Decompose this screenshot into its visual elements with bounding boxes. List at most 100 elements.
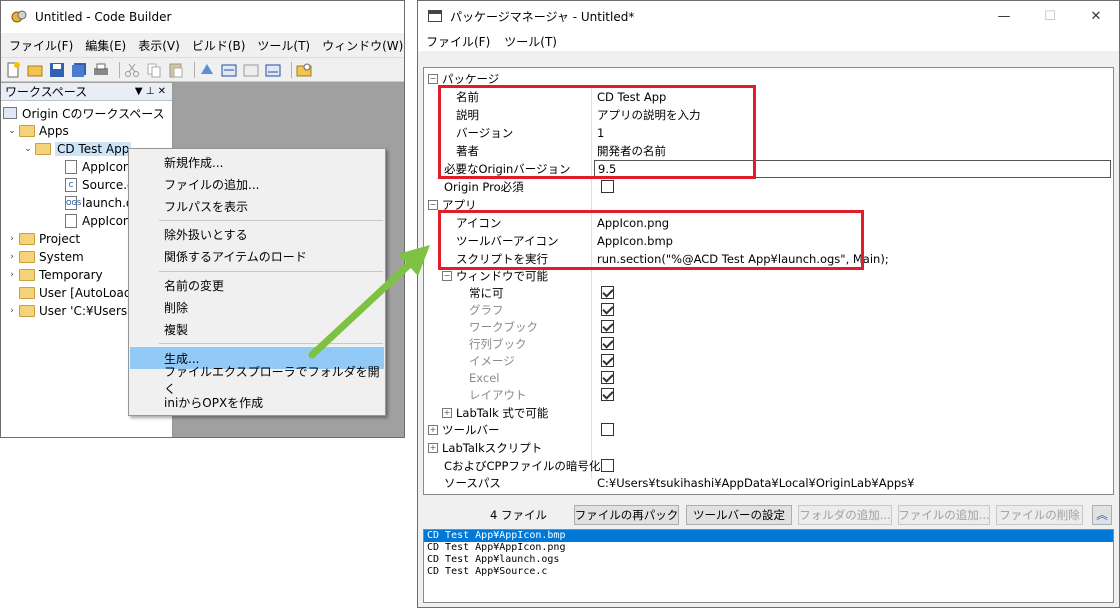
list-item[interactable]: CD Test App¥Source.c (424, 566, 1113, 578)
ctx-exclude[interactable]: 除外扱いとする (130, 223, 384, 245)
ctx-rename[interactable]: 名前の変更 (130, 274, 384, 296)
row-source-path[interactable]: ソースパス C:¥Users¥tsukihashi¥AppData¥Local¥… (424, 474, 1113, 492)
file-list[interactable]: CD Test App¥AppIcon.bmp CD Test App¥AppI… (423, 529, 1114, 603)
save-icon[interactable] (49, 62, 67, 78)
ctx-new[interactable]: 新規作成... (130, 151, 384, 173)
add-file-button[interactable]: ファイルの追加... (898, 505, 990, 525)
prop-value[interactable]: C:¥Users¥tsukihashi¥AppData¥Local¥Origin… (597, 476, 914, 490)
ctx-add-file[interactable]: ファイルの追加... (130, 173, 384, 195)
row-win-workbook[interactable]: ワークブック (424, 318, 1113, 336)
encrypt-checkbox[interactable] (601, 459, 614, 473)
menu-build[interactable]: ビルド(B) (192, 37, 246, 54)
delete-file-button[interactable]: ファイルの削除 (996, 505, 1083, 525)
tree-item-system[interactable]: › System (7, 248, 84, 266)
expand-icon[interactable]: + (442, 407, 452, 418)
ctx-open-in-explorer[interactable]: ファイルエクスプローラでフォルダを開く (130, 365, 384, 396)
group-label: LabTalk 式で可能 (456, 405, 549, 420)
image-checkbox[interactable] (601, 354, 614, 368)
batch-build-icon[interactable] (265, 62, 283, 78)
tree-root[interactable]: Origin Cのワークスペース (3, 104, 165, 122)
row-win-layout[interactable]: レイアウト (424, 386, 1113, 404)
row-labtalk-expression[interactable]: + LabTalk 式で可能 (424, 404, 1113, 422)
row-labtalk-script[interactable]: + LabTalkスクリプト (424, 439, 1113, 457)
menu-separator (159, 220, 383, 221)
workspace-icon[interactable] (296, 62, 314, 78)
matrix-checkbox[interactable] (601, 337, 614, 351)
cut-icon[interactable] (124, 62, 142, 78)
tree-item-user-autoload[interactable]: User [AutoLoad] (7, 284, 136, 302)
pm-menu-tools[interactable]: ツール(T) (504, 33, 557, 50)
menu-edit[interactable]: 編集(E) (85, 37, 126, 54)
tree-item-apps[interactable]: ⌄ Apps (7, 122, 69, 140)
collapse-icon[interactable]: − (442, 270, 452, 281)
toolbar-settings-button[interactable]: ツールバーの設定 (686, 505, 792, 525)
code-builder-titlebar: Untitled - Code Builder (1, 1, 404, 33)
workbook-checkbox[interactable] (601, 320, 614, 334)
ctx-delete[interactable]: 削除 (130, 296, 384, 318)
tree-item-user-path[interactable]: › User 'C:¥Users¥... (7, 302, 146, 320)
paste-icon[interactable] (168, 62, 186, 78)
row-win-excel[interactable]: Excel (424, 369, 1113, 387)
window-controls: — ☐ ✕ (981, 9, 1119, 24)
new-file-icon[interactable] (5, 61, 23, 78)
row-win-image[interactable]: イメージ (424, 352, 1113, 370)
origin-pro-checkbox[interactable] (601, 180, 614, 194)
maximize-button[interactable]: ☐ (1027, 9, 1073, 24)
excel-checkbox[interactable] (601, 371, 614, 385)
build-icon[interactable] (199, 62, 217, 78)
collapse-icon[interactable]: − (428, 73, 438, 84)
ctx-show-full-path[interactable]: フルパスを表示 (130, 195, 384, 217)
row-origin-pro[interactable]: Origin Pro必須 (424, 178, 1113, 196)
list-item[interactable]: CD Test App¥AppIcon.png (424, 542, 1113, 554)
expand-icon[interactable]: › (7, 252, 17, 262)
toolbar-checkbox[interactable] (601, 423, 614, 437)
collapse-panel-icon[interactable]: ︽ (1092, 505, 1112, 525)
always-checkbox[interactable] (601, 286, 614, 300)
collapse-icon[interactable]: ⌄ (23, 144, 33, 154)
row-win-graph[interactable]: グラフ (424, 301, 1113, 319)
print-icon[interactable] (93, 62, 111, 78)
menu-file[interactable]: ファイル(F) (9, 37, 73, 54)
expand-icon[interactable]: + (428, 442, 438, 453)
package-manager-window: パッケージマネージャ - Untitled* — ☐ ✕ ファイル(F) ツール… (417, 0, 1120, 608)
expand-icon[interactable]: › (7, 234, 17, 244)
prop-label: グラフ (469, 302, 504, 317)
expand-icon[interactable]: › (7, 270, 17, 280)
pm-menu-file[interactable]: ファイル(F) (426, 33, 490, 50)
rebuild-icon[interactable] (243, 62, 261, 78)
layout-checkbox[interactable] (601, 388, 614, 402)
collapse-icon[interactable]: ⌄ (7, 126, 17, 136)
workspace-controls[interactable]: ▼ ⊥ ✕ (135, 86, 172, 97)
prop-label: Excel (469, 370, 500, 385)
row-encrypt[interactable]: CおよびCPPファイルの暗号化 (424, 457, 1113, 475)
menu-view[interactable]: 表示(V) (138, 37, 180, 54)
row-win-always[interactable]: 常に可 (424, 284, 1113, 302)
list-item[interactable]: CD Test App¥AppIcon.bmp (424, 530, 1113, 542)
menu-window[interactable]: ウィンドウ(W) (322, 37, 403, 54)
collapse-icon[interactable]: − (428, 199, 438, 210)
tree-item-file[interactable]: C Source.c (65, 176, 134, 194)
row-toolbar[interactable]: + ツールバー (424, 421, 1113, 439)
tree-item-cd-test-app[interactable]: ⌄ CD Test App (23, 140, 132, 158)
ctx-duplicate[interactable]: 複製 (130, 318, 384, 340)
copy-icon[interactable] (146, 62, 164, 78)
row-win-matrix[interactable]: 行列ブック (424, 335, 1113, 353)
close-button[interactable]: ✕ (1073, 9, 1119, 24)
open-folder-icon[interactable] (27, 62, 45, 78)
tree-item-temporary[interactable]: › Temporary (7, 266, 102, 284)
repack-files-button[interactable]: ファイルの再パック (574, 505, 679, 525)
minimize-button[interactable]: — (981, 9, 1027, 24)
save-all-icon[interactable] (71, 62, 89, 78)
ctx-create-opx-from-ini[interactable]: iniからOPXを作成 (130, 391, 384, 413)
graph-checkbox[interactable] (601, 303, 614, 317)
menu-separator (159, 343, 383, 344)
tree-item-label: Apps (39, 124, 69, 138)
tree-item-project[interactable]: › Project (7, 230, 80, 248)
menu-tools[interactable]: ツール(T) (257, 37, 310, 54)
add-folder-button[interactable]: フォルダの追加... (798, 505, 892, 525)
ctx-load-related[interactable]: 関係するアイテムのロード (130, 245, 384, 267)
build-all-icon[interactable] (221, 62, 239, 78)
list-item[interactable]: CD Test App¥launch.ogs (424, 554, 1113, 566)
expand-icon[interactable]: + (428, 424, 438, 435)
expand-icon[interactable]: › (7, 306, 17, 316)
